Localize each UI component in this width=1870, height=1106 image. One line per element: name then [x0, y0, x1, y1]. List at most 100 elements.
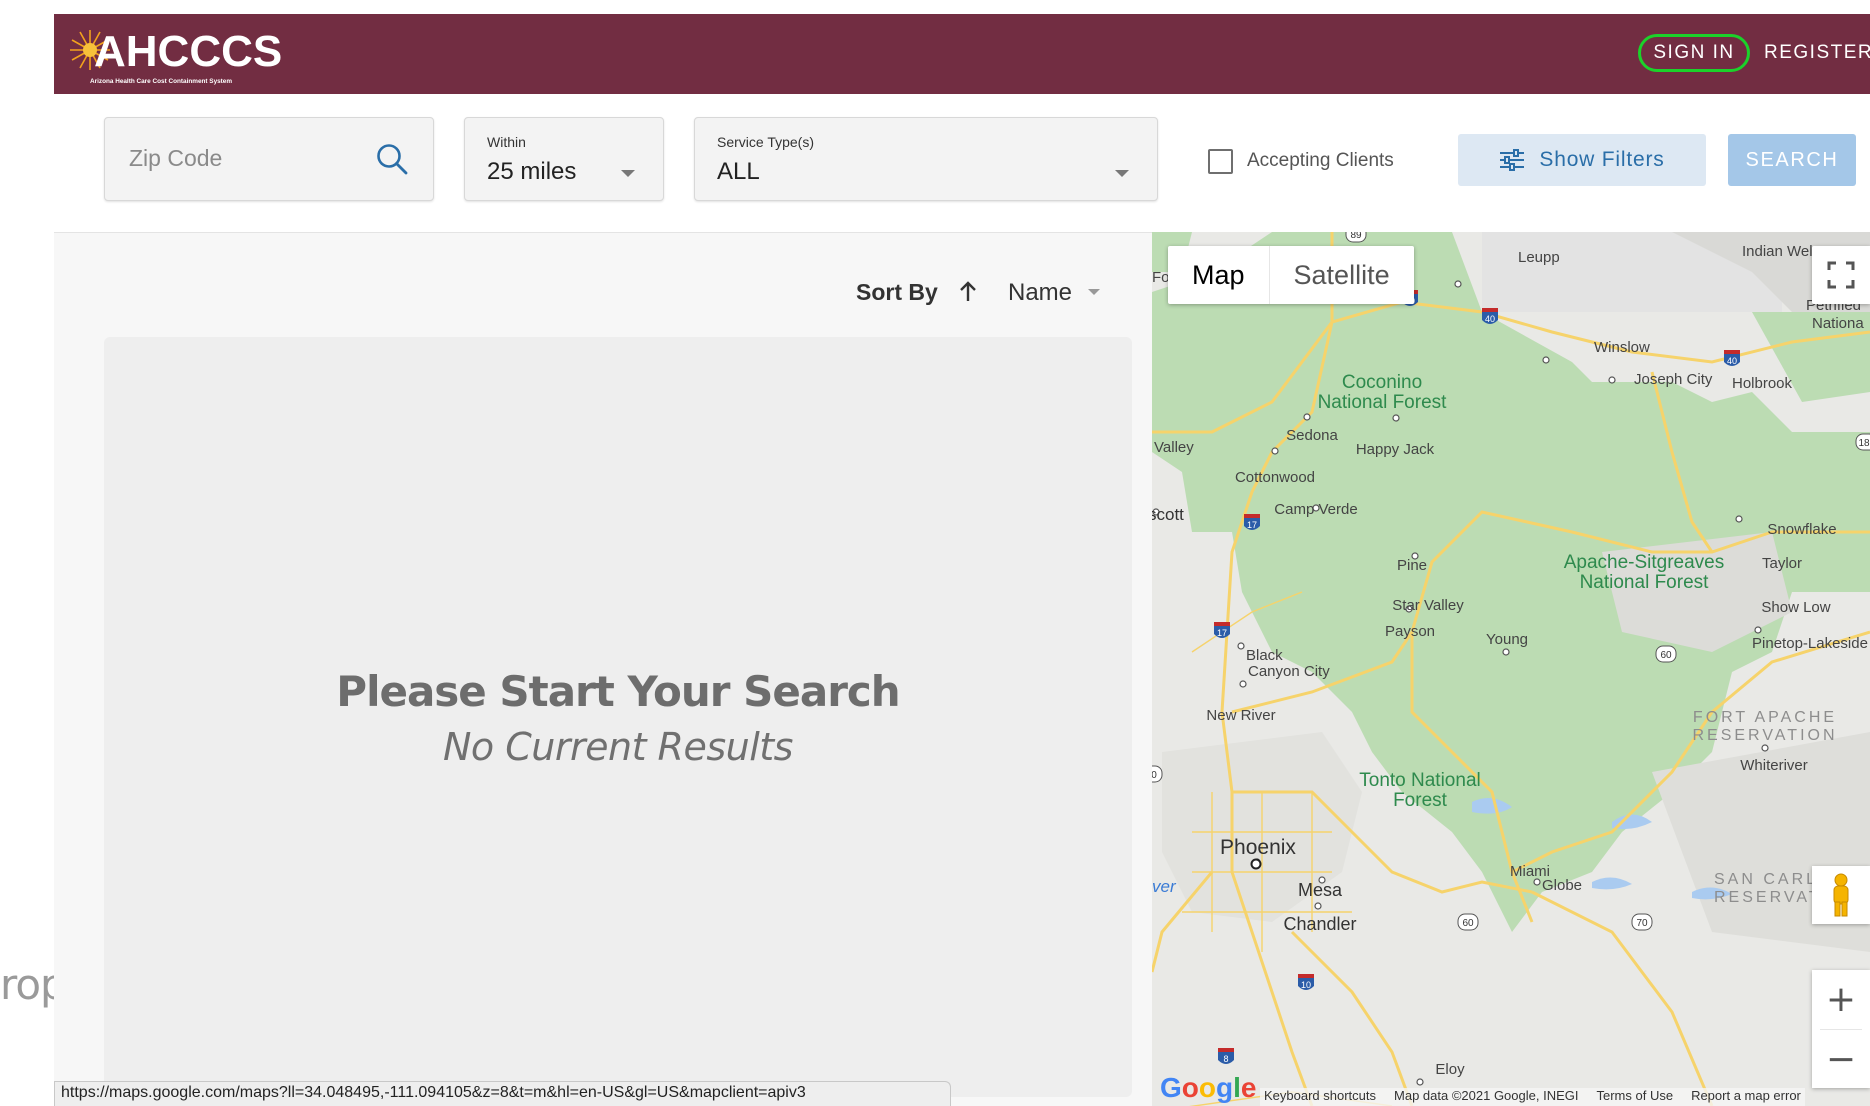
- map-label-apache-1: Apache-Sitgreaves: [1564, 552, 1725, 573]
- map-label-black-1: Black: [1246, 647, 1283, 664]
- ahcccs-logo[interactable]: AHCCCS Arizona Health Care Cost Containm…: [68, 20, 282, 88]
- interstate-40-shield-b: 40: [1482, 308, 1498, 324]
- map-label-show-low: Show Low: [1761, 599, 1830, 616]
- show-filters-label: Show Filters: [1539, 148, 1665, 171]
- interstate-8-shield: 8: [1218, 1048, 1234, 1064]
- fullscreen-button[interactable]: [1812, 246, 1870, 304]
- report-map-error-link[interactable]: Report a map error: [1691, 1088, 1801, 1106]
- accepting-clients-label[interactable]: Accepting Clients: [1247, 150, 1394, 172]
- results-empty-card: Please Start Your Search No Current Resu…: [104, 337, 1132, 1097]
- terms-of-use-link[interactable]: Terms of Use: [1596, 1088, 1673, 1106]
- map-label-tonto-1: Tonto National: [1359, 770, 1480, 791]
- arrow-up-icon[interactable]: [956, 279, 980, 305]
- chevron-down-icon: [621, 170, 635, 177]
- svg-text:40: 40: [1485, 314, 1495, 324]
- svg-text:89: 89: [1350, 232, 1362, 241]
- svg-text:17: 17: [1247, 520, 1257, 530]
- us-180-shield: 18: [1855, 433, 1870, 451]
- map-label-taylor: Taylor: [1762, 555, 1802, 572]
- logo-text: AHCCCS: [94, 27, 283, 76]
- map-label-valley: Valley: [1154, 439, 1194, 456]
- map-label-fort-apache-2: RESERVATION: [1692, 727, 1837, 744]
- map[interactable]: 40 40 40 17 17 10: [1152, 232, 1870, 1106]
- map-label-new-river: New River: [1206, 707, 1275, 724]
- results-panel: Sort By Name Please Start Your Search No…: [54, 232, 1152, 1106]
- zip-code-input[interactable]: [129, 138, 369, 178]
- sign-in-button[interactable]: SIGN IN: [1638, 34, 1750, 72]
- map-label-fort-apache-1: FORT APACHE: [1693, 709, 1837, 726]
- map-label-phoenix: Phoenix: [1220, 836, 1296, 859]
- map-label-cottonwood: Cottonwood: [1235, 469, 1315, 486]
- zoom-control: + −: [1812, 970, 1870, 1088]
- search-icon[interactable]: [375, 142, 409, 176]
- us-70-shield: 70: [1631, 913, 1653, 931]
- map-footer: Keyboard shortcuts Map data ©2021 Google…: [1260, 1088, 1805, 1106]
- accepting-clients-checkbox[interactable]: [1208, 148, 1233, 174]
- map-label-winslow: Winslow: [1594, 339, 1650, 356]
- map-label-globe: Globe: [1542, 877, 1582, 894]
- accepting-clients-option[interactable]: Accepting Clients: [1208, 146, 1394, 176]
- empty-state-subtitle: No Current Results: [443, 725, 793, 769]
- chevron-down-icon: [1115, 170, 1129, 177]
- app-window: AHCCCS Arizona Health Care Cost Containm…: [54, 14, 1870, 1106]
- zoom-out-button[interactable]: −: [1812, 1030, 1870, 1088]
- keyboard-shortcuts-link[interactable]: Keyboard shortcuts: [1264, 1088, 1376, 1106]
- map-type-satellite-button[interactable]: Satellite: [1268, 246, 1414, 304]
- map-label-petrified-2: Nationa: [1812, 315, 1864, 332]
- map-type-control: Map Satellite: [1168, 246, 1414, 304]
- map-label-happy-jack: Happy Jack: [1356, 441, 1435, 458]
- sort-field-select[interactable]: Name: [1008, 279, 1072, 307]
- empty-state-title: Please Start Your Search: [336, 667, 900, 716]
- map-label-leupp: Leupp: [1518, 249, 1560, 266]
- svg-text:60: 60: [1660, 650, 1672, 661]
- us-89-shield: 89: [1345, 232, 1367, 243]
- svg-text:8: 8: [1223, 1054, 1228, 1064]
- map-canvas[interactable]: 40 40 40 17 17 10: [1152, 232, 1870, 1106]
- register-link[interactable]: REGISTER: [1764, 34, 1870, 72]
- map-data-attribution: Map data ©2021 Google, INEGI: [1394, 1088, 1579, 1103]
- us-60-shield-b: 60: [1457, 913, 1479, 931]
- map-label-flagstaff: Fo: [1152, 269, 1170, 286]
- map-label-chandler: Chandler: [1283, 914, 1356, 934]
- map-label-apache-2: National Forest: [1580, 572, 1710, 593]
- pegman-icon: [1833, 873, 1849, 917]
- search-button[interactable]: SEARCH: [1728, 134, 1856, 186]
- within-label: Within: [487, 134, 526, 150]
- map-label-holbrook: Holbrook: [1732, 375, 1793, 392]
- map-label-pine: Pine: [1397, 557, 1427, 574]
- chevron-down-icon[interactable]: [1088, 289, 1100, 295]
- google-logo: Google: [1160, 1072, 1257, 1103]
- map-label-star-valley: Star Valley: [1392, 597, 1464, 614]
- map-label-river: ver: [1152, 877, 1177, 896]
- map-label-young: Young: [1486, 631, 1528, 648]
- svg-text:70: 70: [1636, 918, 1648, 929]
- map-label-camp-verde: Camp Verde: [1274, 501, 1357, 518]
- sort-by-label: Sort By: [856, 279, 938, 305]
- map-label-indian-wells: Indian Wel: [1742, 243, 1813, 260]
- us-60-shield-a: 60: [1655, 645, 1677, 663]
- within-value: 25 miles: [487, 158, 577, 185]
- svg-text:18: 18: [1858, 438, 1870, 449]
- svg-text:40: 40: [1727, 356, 1737, 366]
- zoom-in-button[interactable]: +: [1812, 970, 1870, 1028]
- show-filters-button[interactable]: Show Filters: [1458, 134, 1706, 186]
- map-label-joseph-city: Joseph City: [1634, 371, 1713, 388]
- svg-text:0: 0: [1152, 770, 1157, 781]
- map-type-map-button[interactable]: Map: [1168, 246, 1269, 304]
- interstate-17-shield-b: 17: [1214, 622, 1230, 638]
- street-view-pegman-button[interactable]: [1812, 866, 1870, 924]
- map-label-coconino-2: National Forest: [1318, 392, 1448, 413]
- status-bar-url: https://maps.google.com/maps?ll=34.04849…: [54, 1081, 951, 1106]
- map-label-san-carlos-1: SAN CARL: [1714, 871, 1818, 888]
- map-label-san-carlos-2: RESERVAT: [1714, 889, 1822, 906]
- service-type-select[interactable]: Service Type(s) ALL: [694, 117, 1158, 201]
- map-label-coconino-1: Coconino: [1342, 372, 1422, 393]
- map-label-black-2: Canyon City: [1248, 663, 1330, 680]
- map-label-prescott: scott: [1152, 505, 1184, 524]
- service-type-label: Service Type(s): [717, 134, 814, 150]
- map-label-pinetop: Pinetop-Lakeside: [1752, 635, 1868, 652]
- sliders-icon: [1500, 149, 1525, 171]
- zip-code-field[interactable]: [104, 117, 434, 201]
- within-distance-select[interactable]: Within 25 miles: [464, 117, 664, 201]
- interstate-17-shield-a: 17: [1244, 514, 1260, 530]
